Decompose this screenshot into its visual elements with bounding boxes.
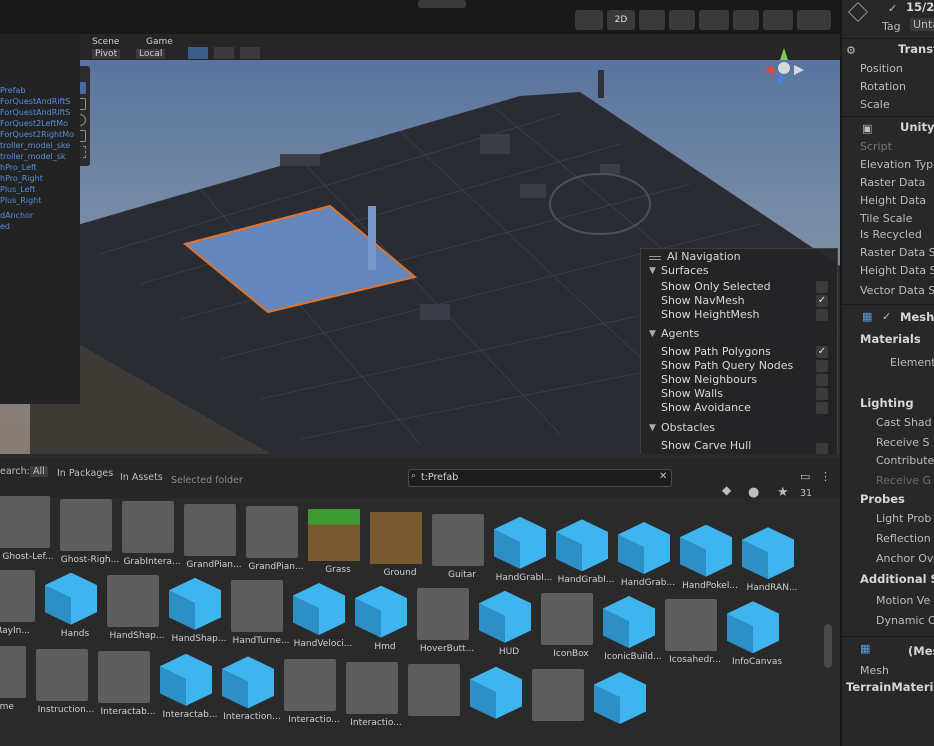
unity-component-header[interactable]: Unity T	[900, 120, 934, 134]
selection-count: 15/2	[906, 0, 934, 14]
asset-item[interactable]	[584, 672, 658, 746]
asset-thumbnail	[665, 598, 717, 651]
prefab-cube-icon	[479, 590, 531, 643]
asset-thumbnail	[417, 588, 469, 641]
vector-data-s-label: Vector Data S	[860, 284, 934, 297]
tile-scale-label: Tile Scale	[860, 212, 913, 225]
scale-label: Scale	[860, 98, 890, 111]
asset-label: HandRAN...	[746, 583, 798, 594]
mesh-enable-checkbox[interactable]: ✓	[882, 310, 891, 323]
prefab-cube-icon	[160, 653, 212, 706]
grass-block-icon	[308, 509, 360, 561]
cast-shadows-label: Cast Shad	[876, 416, 932, 429]
prefab-cube-icon	[742, 527, 794, 580]
mesh-label: Mesh	[860, 664, 889, 677]
asset-thumbnail	[0, 646, 26, 698]
prefab-cube-icon	[556, 519, 608, 572]
rotation-label: Rotation	[860, 80, 907, 93]
component-settings-icon[interactable]: ⚙	[846, 44, 856, 57]
position-label: Position	[860, 62, 903, 75]
probes-header[interactable]: Probes	[860, 492, 905, 506]
elevation-type-label: Elevation Typ	[860, 158, 934, 171]
raster-data-label: Raster Data	[860, 176, 926, 189]
asset-thumbnail	[60, 498, 112, 551]
asset-thumbnail	[432, 514, 484, 567]
prefab-cube-icon	[293, 583, 345, 635]
asset-thumbnail	[0, 570, 35, 622]
light-probes-label: Light Prob	[876, 512, 932, 525]
prefab-cube-icon	[603, 596, 655, 648]
checkbox-check-icon[interactable]: ✓	[888, 2, 897, 15]
raster-data-s-label: Raster Data S	[860, 246, 934, 259]
height-data-s-label: Height Data S	[860, 264, 934, 277]
prefab-cube-icon	[727, 601, 779, 654]
script-icon: ▣	[862, 122, 873, 135]
prefab-cube-icon	[470, 666, 522, 719]
ground-block-icon	[370, 511, 422, 564]
terrain-material-header[interactable]: TerrainMateria	[846, 680, 934, 694]
additional-settings-header[interactable]: Additional S	[860, 572, 934, 586]
prefab-cube-icon	[222, 656, 274, 709]
prefab-cube-icon	[169, 577, 221, 630]
dynamic-occlusion-label: Dynamic O	[876, 614, 934, 627]
asset-label: InfoCanvas	[731, 657, 783, 668]
asset-thumbnail	[532, 669, 584, 722]
materials-header[interactable]: Materials	[860, 332, 921, 346]
asset-thumbnail	[408, 664, 460, 717]
mesh-filter-header[interactable]: (Mes	[908, 644, 934, 658]
asset-thumbnail	[36, 648, 88, 701]
contribute-gi-label: Contribute	[876, 454, 934, 467]
receive-shadows-label: Receive S	[876, 436, 930, 449]
inspector-panel: ✓ 15/2 Tag Unta ⚙ Transf Position Rotati…	[840, 0, 934, 746]
gameobject-cube-icon	[848, 2, 868, 22]
asset-grid: Ghost-Lef... Ghost-Righ... GrabIntera... Gr…	[0, 0, 838, 746]
asset-thumbnail	[107, 575, 159, 628]
asset-thumbnail	[184, 503, 236, 556]
asset-item[interactable]: HandRAN...	[732, 527, 806, 607]
asset-item[interactable]: InfoCanvas	[717, 601, 791, 681]
anchor-override-label: Anchor Ov	[876, 552, 934, 565]
asset-thumbnail	[284, 659, 336, 711]
height-data-label[interactable]: Height Data	[860, 194, 926, 207]
motion-vectors-label: Motion Ve	[876, 594, 931, 607]
asset-thumbnail	[0, 496, 50, 548]
asset-thumbnail	[246, 506, 298, 559]
prefab-cube-icon	[618, 522, 670, 574]
asset-thumbnail	[98, 651, 150, 704]
asset-thumbnail	[231, 580, 283, 633]
element-label: Element	[890, 356, 934, 369]
reflection-probes-label: Reflection	[876, 532, 931, 545]
asset-grid-scrollbar[interactable]	[824, 624, 832, 668]
tag-label: Tag	[882, 20, 901, 33]
prefab-cube-icon	[680, 524, 732, 577]
script-label: Script	[860, 140, 892, 153]
mesh-component-header[interactable]: Mesh	[900, 310, 934, 324]
mesh-filter-icon: ▦	[860, 642, 871, 655]
asset-thumbnail	[122, 501, 174, 554]
prefab-cube-icon	[594, 672, 646, 724]
asset-thumbnail	[541, 593, 593, 646]
prefab-cube-icon	[355, 585, 407, 638]
prefab-cube-icon	[494, 516, 546, 569]
mesh-renderer-icon: ▦	[862, 310, 873, 323]
asset-thumbnail	[346, 661, 398, 714]
tag-dropdown[interactable]: Unta	[910, 18, 934, 31]
prefab-cube-icon	[45, 572, 97, 625]
lighting-header[interactable]: Lighting	[860, 396, 914, 410]
is-recycled-label: Is Recycled	[860, 228, 922, 241]
transform-header[interactable]: Transf	[898, 42, 934, 56]
receive-gi-label: Receive G	[876, 474, 932, 487]
